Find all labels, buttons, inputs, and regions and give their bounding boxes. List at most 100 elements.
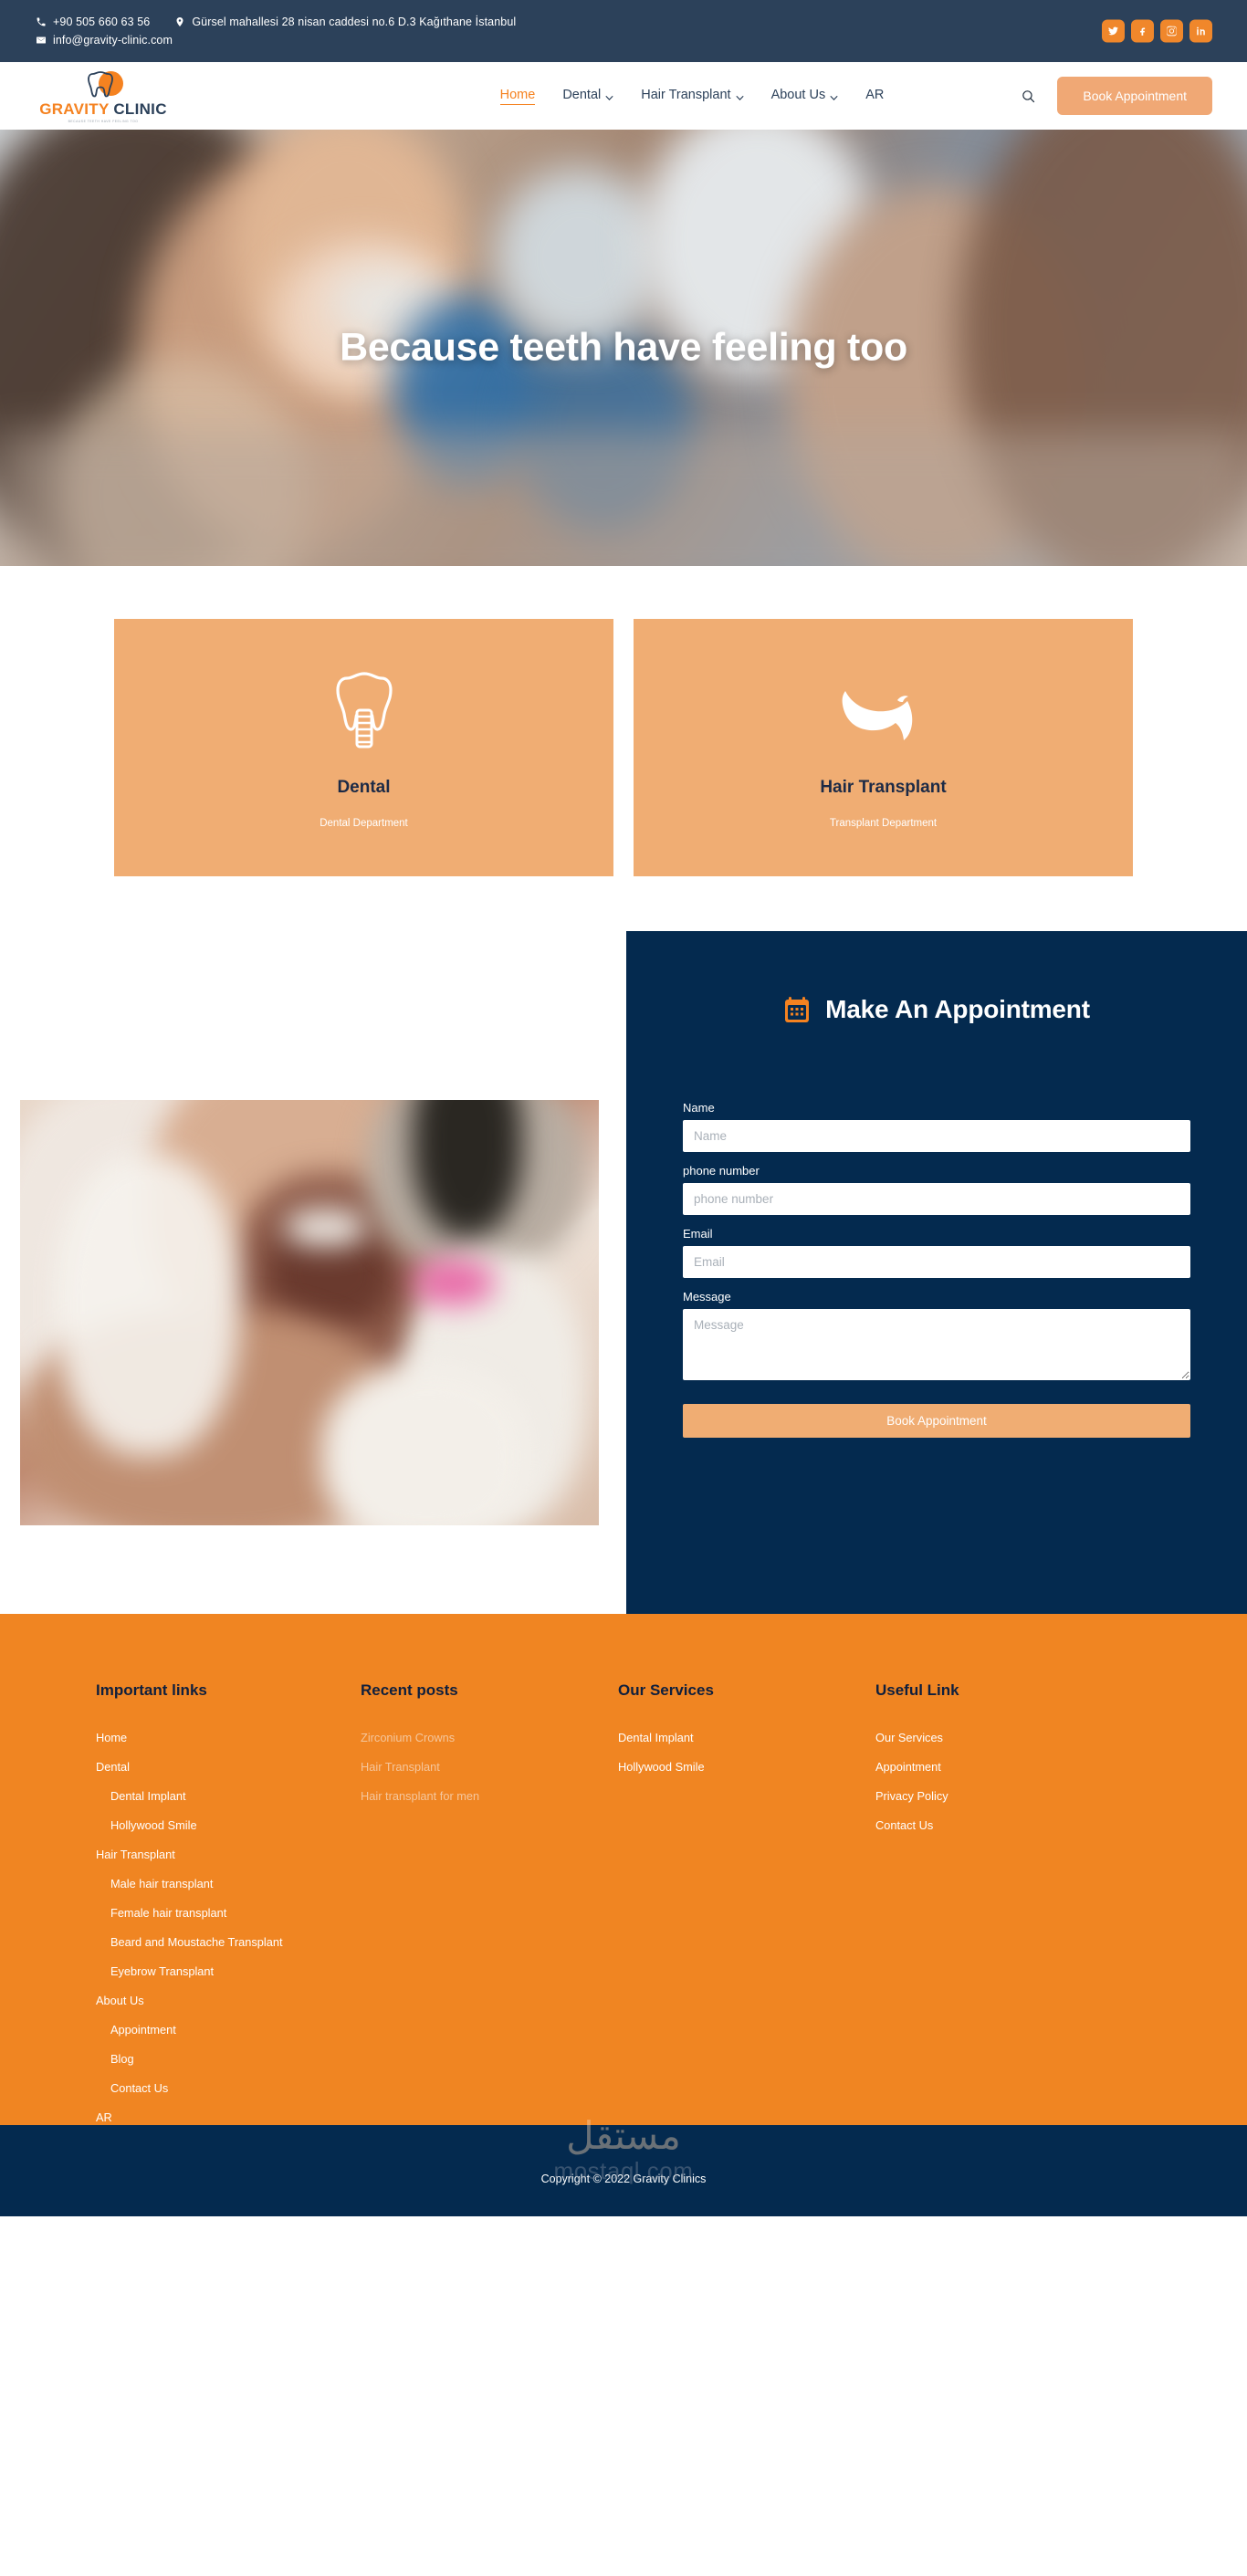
calendar-icon — [783, 996, 811, 1024]
submit-book-appointment-button[interactable]: Book Appointment — [683, 1404, 1190, 1438]
service-card-hair-transplant[interactable]: Hair Transplant Transplant Department — [634, 619, 1133, 876]
logo-tagline: BECAUSE TEETH HAVE FEELING TOO — [68, 119, 139, 123]
footer-post-zirconium-crowns[interactable]: Zirconium Crowns — [361, 1731, 618, 1744]
logo[interactable]: GRAVITY CLINIC BECAUSE TEETH HAVE FEELIN… — [35, 69, 172, 123]
hero-banner: Because teeth have feeling too — [0, 130, 1247, 566]
footer-useful-privacy-policy[interactable]: Privacy Policy — [875, 1789, 1113, 1803]
message-textarea[interactable] — [683, 1309, 1190, 1380]
dental-treatment-image — [20, 1100, 599, 1525]
nav-item-ar[interactable]: AR — [865, 88, 884, 104]
hair-quiff-icon — [840, 666, 927, 754]
contact-info: +90 505 660 63 56 Gürsel mahallesi 28 ni… — [35, 16, 516, 47]
footer-link-contact-us[interactable]: Contact Us — [96, 2081, 361, 2095]
service-cards: Dental Dental Department Hair Transplant… — [0, 566, 1247, 876]
hero-title: Because teeth have feeling too — [340, 325, 907, 370]
nav-actions: Book Appointment — [1019, 77, 1212, 115]
contact-row-primary: +90 505 660 63 56 Gürsel mahallesi 28 ni… — [35, 16, 516, 28]
footer-link-appointment[interactable]: Appointment — [96, 2023, 361, 2037]
nav-menu: Home Dental Hair Transplant About Us AR — [499, 87, 884, 105]
footer-heading-our-services: Our Services — [618, 1681, 714, 1699]
footer-link-eyebrow-transplant[interactable]: Eyebrow Transplant — [96, 1964, 361, 1978]
appointment-panel: Make An Appointment Name phone number Em… — [626, 931, 1247, 1614]
field-phone: phone number — [683, 1164, 1190, 1215]
book-appointment-button[interactable]: Book Appointment — [1057, 77, 1212, 115]
service-card-dental[interactable]: Dental Dental Department — [114, 619, 613, 876]
footer-link-female-hair-transplant[interactable]: Female hair transplant — [96, 1906, 361, 1920]
search-icon[interactable] — [1019, 87, 1037, 105]
service-card-hair-title: Hair Transplant — [820, 778, 947, 797]
footer-column-recent-posts: Recent posts Zirconium Crowns Hair Trans… — [361, 1681, 618, 2140]
footer-link-dental[interactable]: Dental — [96, 1760, 361, 1774]
nav-item-dental[interactable]: Dental — [562, 88, 613, 104]
field-message: Message — [683, 1290, 1190, 1385]
label-email: Email — [683, 1227, 713, 1241]
footer-link-hollywood-smile[interactable]: Hollywood Smile — [96, 1818, 361, 1832]
footer-link-hair-transplant[interactable]: Hair Transplant — [96, 1848, 361, 1861]
nav-item-hair-transplant-label: Hair Transplant — [641, 88, 731, 102]
instagram-icon[interactable] — [1160, 19, 1183, 43]
footer-column-useful-link: Useful Link Our Services Appointment Pri… — [875, 1681, 1113, 2140]
footer-post-hair-transplant[interactable]: Hair Transplant — [361, 1760, 618, 1774]
logo-word-clinic: CLINIC — [109, 99, 167, 118]
footer-link-blog[interactable]: Blog — [96, 2052, 361, 2066]
nav-item-about-us[interactable]: About Us — [771, 88, 839, 104]
footer-link-about-us[interactable]: About Us — [96, 1994, 361, 2007]
label-name: Name — [683, 1101, 715, 1115]
tooth-icon — [87, 69, 114, 99]
footer-columns: Important links Home Dental Dental Impla… — [0, 1681, 1247, 2140]
name-input[interactable] — [683, 1120, 1190, 1152]
nav-item-dental-label: Dental — [562, 88, 602, 102]
linkedin-icon[interactable] — [1189, 19, 1212, 43]
service-card-hair-subtitle: Transplant Department — [829, 818, 938, 829]
nav-item-home[interactable]: Home — [499, 87, 536, 105]
chevron-down-icon — [605, 91, 613, 100]
contact-row-secondary: info@gravity-clinic.com — [35, 34, 516, 47]
footer-link-beard-moustache[interactable]: Beard and Moustache Transplant — [96, 1935, 361, 1949]
footer-post-hair-transplant-for-men[interactable]: Hair transplant for men — [361, 1789, 618, 1803]
footer-useful-contact-us[interactable]: Contact Us — [875, 1818, 1113, 1832]
service-card-dental-title: Dental — [337, 778, 391, 797]
chevron-down-icon — [736, 91, 744, 100]
footer-column-our-services: Our Services Dental Implant Hollywood Sm… — [618, 1681, 875, 2140]
nav-item-about-us-label: About Us — [770, 88, 826, 102]
location-pin-icon — [173, 16, 185, 28]
phone-icon — [35, 16, 47, 28]
email-contact[interactable]: info@gravity-clinic.com — [35, 34, 173, 47]
nav-item-hair-transplant[interactable]: Hair Transplant — [641, 88, 744, 104]
nav-item-home-label: Home — [499, 87, 536, 102]
envelope-icon — [35, 35, 47, 47]
label-message: Message — [683, 1290, 731, 1304]
address-contact: Gürsel mahallesi 28 nisan caddesi no.6 D… — [173, 16, 516, 28]
email-input[interactable] — [683, 1246, 1190, 1278]
footer: Important links Home Dental Dental Impla… — [0, 1614, 1247, 2184]
appointment-section: Make An Appointment Name phone number Em… — [0, 931, 1247, 1614]
service-card-dental-subtitle: Dental Department — [320, 818, 408, 829]
appointment-title: Make An Appointment — [825, 995, 1090, 1023]
footer-link-dental-implant[interactable]: Dental Implant — [96, 1789, 361, 1803]
footer-heading-important-links: Important links — [96, 1681, 207, 1699]
label-phone: phone number — [683, 1164, 760, 1178]
phone-input[interactable] — [683, 1183, 1190, 1215]
footer-service-hollywood-smile[interactable]: Hollywood Smile — [618, 1760, 875, 1774]
nav-item-ar-label: AR — [865, 88, 885, 102]
logo-word-gravity: GRAVITY — [39, 99, 110, 118]
footer-service-dental-implant[interactable]: Dental Implant — [618, 1731, 875, 1744]
footer-heading-recent-posts: Recent posts — [361, 1681, 458, 1699]
main-navbar: GRAVITY CLINIC BECAUSE TEETH HAVE FEELIN… — [0, 62, 1247, 130]
footer-link-ar[interactable]: AR — [96, 2110, 361, 2124]
footer-useful-our-services[interactable]: Our Services — [875, 1731, 1113, 1744]
footer-link-home[interactable]: Home — [96, 1731, 361, 1744]
facebook-icon[interactable] — [1131, 19, 1154, 43]
logo-mark — [79, 69, 127, 100]
top-contact-bar: +90 505 660 63 56 Gürsel mahallesi 28 ni… — [0, 0, 1247, 62]
twitter-icon[interactable] — [1102, 19, 1125, 43]
phone-contact[interactable]: +90 505 660 63 56 — [35, 16, 150, 28]
footer-link-male-hair-transplant[interactable]: Male hair transplant — [96, 1877, 361, 1890]
field-name: Name — [683, 1101, 1190, 1152]
logo-wordmark: GRAVITY CLINIC — [39, 101, 167, 117]
field-email: Email — [683, 1227, 1190, 1278]
tooth-implant-icon — [334, 666, 394, 754]
appointment-form: Name phone number Email Message Book App… — [683, 1101, 1190, 1438]
footer-useful-appointment[interactable]: Appointment — [875, 1760, 1113, 1774]
appointment-header: Make An Appointment — [683, 995, 1190, 1024]
